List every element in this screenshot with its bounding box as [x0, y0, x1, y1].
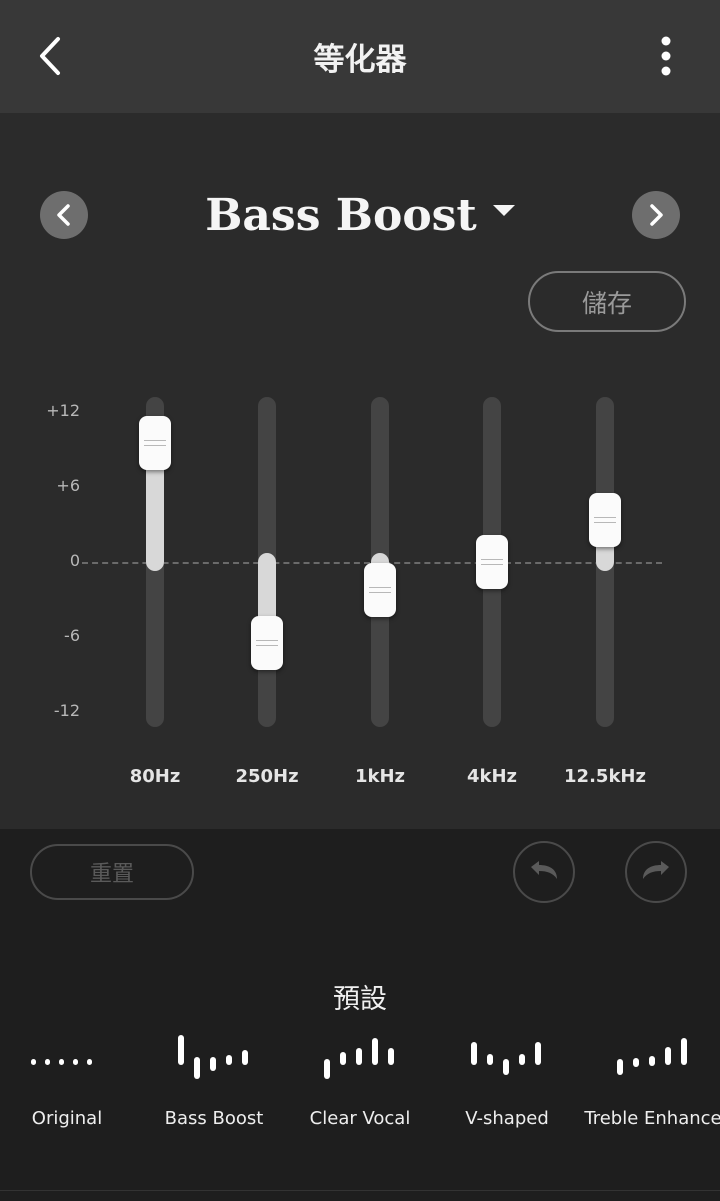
undo-button[interactable]	[513, 841, 575, 903]
slider-thumb[interactable]	[364, 562, 396, 617]
more-options-button[interactable]	[646, 32, 686, 80]
reset-button[interactable]: 重置	[30, 844, 194, 900]
next-preset-button[interactable]	[632, 191, 680, 239]
treble-enhance-curve-icon	[617, 1038, 687, 1075]
bass-boost-curve-icon	[178, 1035, 248, 1079]
frequency-label: 4kHz	[466, 766, 518, 787]
preset-selector[interactable]: Bass Boost	[0, 190, 720, 241]
preset-treble-enhance[interactable]: Treble Enhance	[583, 1030, 720, 1160]
save-button[interactable]: 儲存	[528, 271, 686, 332]
page-title: 等化器	[313, 42, 407, 78]
slider-thumb[interactable]	[476, 535, 508, 589]
db-label-plus-12: +12	[46, 401, 80, 420]
more-vertical-icon	[661, 36, 671, 76]
clear-vocal-curve-icon	[324, 1038, 394, 1079]
preset-original[interactable]: Original	[0, 1030, 137, 1160]
preset-bass-boost[interactable]: Bass Boost	[144, 1030, 284, 1160]
frequency-label: 1kHz	[354, 766, 406, 787]
redo-icon	[643, 861, 669, 879]
preset-name: Bass Boost	[205, 190, 477, 241]
preset-label: Clear Vocal	[309, 1108, 411, 1129]
dropdown-caret-icon	[492, 205, 515, 216]
frequency-label: 12.5kHz	[564, 766, 646, 787]
redo-button[interactable]	[625, 841, 687, 903]
v-shaped-curve-icon	[471, 1042, 541, 1075]
frequency-label: 250Hz	[235, 766, 299, 787]
db-label-zero: 0	[69, 551, 80, 570]
db-label-minus-12: -12	[53, 701, 80, 720]
preset-label: V-shaped	[465, 1108, 549, 1129]
db-label-minus-6: -6	[64, 626, 80, 645]
chevron-right-icon	[650, 204, 663, 226]
slider-thumb[interactable]	[589, 492, 621, 547]
presets-heading: 預設	[333, 984, 387, 1015]
preset-v-shaped[interactable]: V-shaped	[437, 1030, 577, 1160]
preset-label: Bass Boost	[164, 1108, 264, 1129]
db-label-plus-6: +6	[56, 476, 80, 495]
slider-thumb[interactable]	[251, 616, 283, 671]
slider-thumb[interactable]	[139, 416, 171, 471]
preset-clear-vocal[interactable]: Clear Vocal	[290, 1030, 430, 1160]
undo-icon	[531, 861, 557, 879]
frequency-label: 80Hz	[129, 766, 181, 787]
bottom-divider	[0, 1190, 720, 1191]
app-header: 等化器	[0, 0, 720, 113]
preset-label: Treble Enhance	[584, 1108, 720, 1129]
preset-label: Original	[31, 1108, 103, 1129]
original-curve-icon	[31, 1059, 92, 1065]
